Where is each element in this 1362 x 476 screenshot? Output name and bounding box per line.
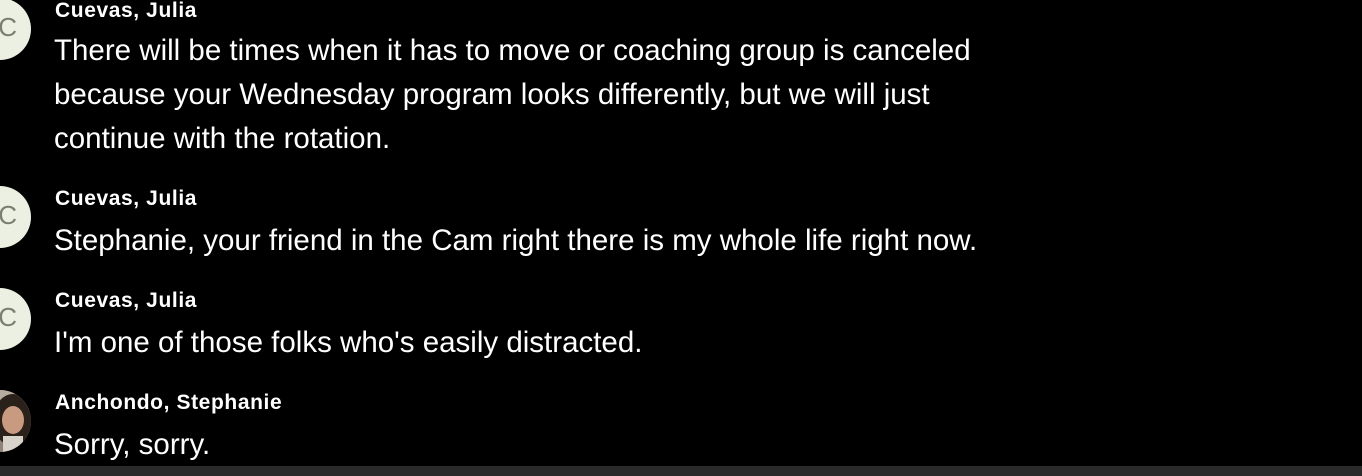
avatar: C	[0, 186, 31, 248]
utterance-line: Stephanie, your friend in the Cam right …	[54, 224, 978, 257]
speaker-name: Cuevas, Julia	[55, 289, 198, 312]
speaker-name: Anchondo, Stephanie	[55, 391, 283, 414]
transcript-panel: C Cuevas, Julia There will be times when…	[0, 0, 1362, 466]
avatar-initial: C	[0, 200, 17, 230]
utterance-line: continue with the rotation.	[54, 122, 391, 155]
avatar: C	[0, 288, 31, 350]
speaker-name: Cuevas, Julia	[55, 187, 198, 210]
utterance-line: Sorry, sorry.	[54, 428, 211, 461]
utterance-line: There will be times when it has to move …	[54, 34, 971, 67]
avatar: C	[0, 0, 31, 60]
avatar	[0, 390, 31, 452]
speaker-name: Cuevas, Julia	[55, 0, 198, 22]
avatar-initial: C	[0, 302, 17, 332]
avatar-initial: C	[0, 12, 17, 42]
utterance-line: because your Wednesday program looks dif…	[54, 78, 930, 111]
utterance-line: I'm one of those folks who's easily dist…	[54, 326, 643, 359]
profile-photo-icon	[0, 390, 31, 452]
bottom-bar	[0, 466, 1362, 476]
